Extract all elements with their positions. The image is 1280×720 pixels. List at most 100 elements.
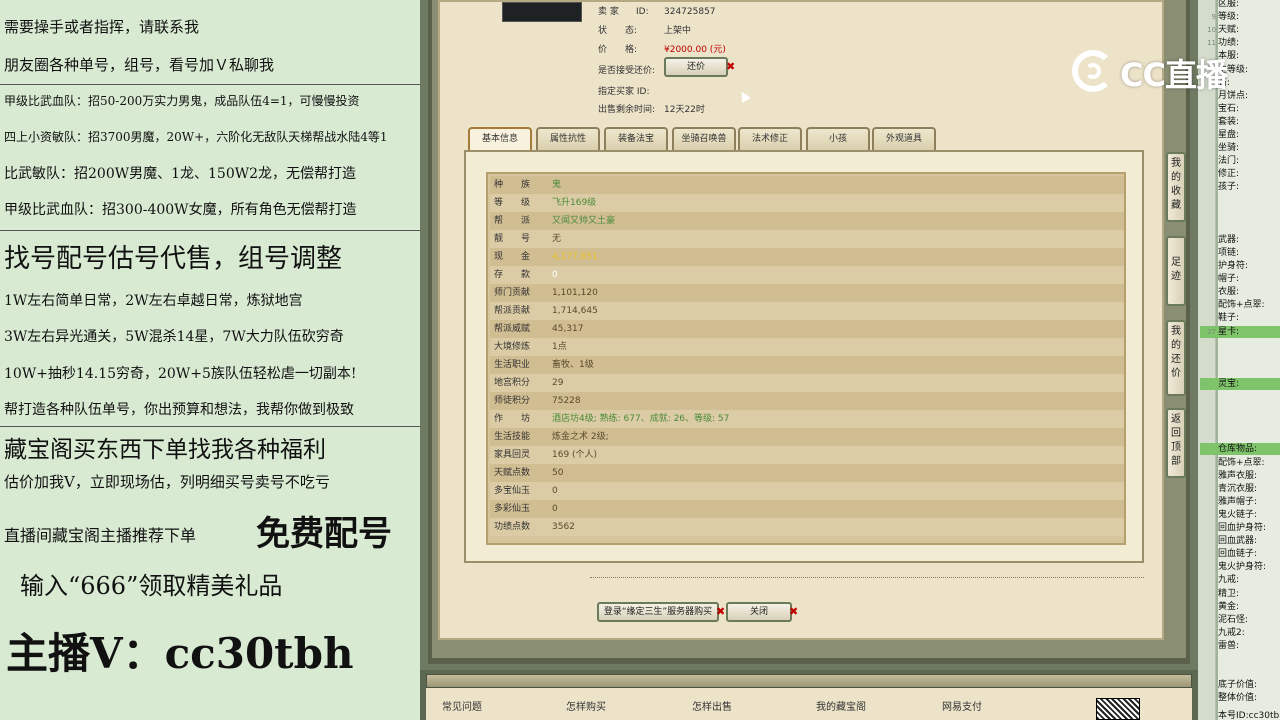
row-value: 3562 — [552, 522, 575, 532]
tab-mounts-pets[interactable]: 坐骑召唤兽 — [672, 127, 736, 150]
seller-id: 324725857 — [664, 7, 716, 17]
stats-line: 27 星卡: — [1200, 325, 1280, 338]
promo-line: 甲级比武血队：招300-400W女魔，所有角色无偿帮打造 — [4, 202, 357, 218]
info-table: 种 族 鬼 等 级 飞升169级 帮 派 又闻又帅又土豪 靓 号 无 现 金 4,177,… — [486, 172, 1126, 545]
stats-line-text: 帽子: — [1218, 274, 1240, 285]
stats-line: 法门: — [1200, 155, 1280, 167]
stats-line-text: 星盘: — [1218, 130, 1240, 140]
stats-line: 衣服: — [1200, 286, 1280, 298]
row-label: 生活技能 — [494, 432, 531, 442]
stats-line — [1200, 430, 1280, 442]
row-value: 0 — [552, 270, 558, 280]
back-to-top-button[interactable]: 返回顶部 — [1166, 408, 1186, 478]
table-row: 种 族鬼 — [490, 176, 1124, 194]
row-label: 师门贡献 — [494, 288, 531, 298]
row-value: 炼金之术 2级; — [552, 432, 609, 442]
stats-line-text: 套装: — [1218, 116, 1240, 127]
stats-footer: 本号ID:cc30tbh — [1218, 711, 1280, 720]
stats-line: 宝石: — [1200, 103, 1280, 115]
time-left: 12天22时 — [664, 105, 705, 115]
row-label: 大境修炼 — [494, 342, 531, 352]
promo-line: 朋友圈各种单号，组号，看号加Ｖ私聊我 — [4, 56, 275, 74]
stats-panel: 区服: 9 等级: 10 天赋: 11 功绩: 本服: 生等级: 石: 月饼点: 宝石: 套装: 星盘: 坐… — [1198, 0, 1280, 720]
row-label: 作 坊 — [494, 414, 531, 424]
footer-link-netease-pay[interactable]: 网易支付 — [942, 698, 982, 713]
tab-appearance[interactable]: 外观道具 — [872, 127, 936, 150]
stats-line-text: 配饰+点翠: — [1218, 457, 1265, 468]
table-row: 地宫积分 29 — [490, 374, 1124, 392]
row-label: 帮 派 — [494, 216, 531, 226]
stats-line-text: 宝石: — [1218, 103, 1240, 114]
stats-line: 仓库物品: — [1200, 443, 1280, 456]
row-value: 0 — [552, 504, 558, 514]
stats-line-text: 法门: — [1218, 156, 1240, 167]
footer-link-how-to-sell[interactable]: 怎样出售 — [692, 698, 732, 713]
bargain-row: 是否接受还价: — [598, 63, 664, 76]
stats-line: 鬼火护身符: — [1200, 561, 1280, 573]
stats-line-text: 整体价值: — [1218, 693, 1258, 704]
stats-line-text: 回血链子: — [1218, 549, 1258, 560]
stats-line-text: 天赋: — [1218, 25, 1240, 36]
tab-basic-info[interactable]: 基本信息 — [468, 127, 532, 150]
footer-bar — [426, 674, 1192, 688]
stats-line — [1200, 666, 1280, 678]
stats-line-text: 九戒: — [1218, 575, 1240, 586]
seller-label: 卖 家 — [598, 7, 619, 17]
footer-link-my-cbg[interactable]: 我的藏宝阁 — [816, 698, 866, 713]
table-row: 家具回灵 169 (个人) — [490, 446, 1124, 464]
stats-line-text: 雅声帽子: — [1218, 496, 1258, 507]
stats-line — [1200, 221, 1280, 233]
footer-link-how-to-buy[interactable]: 怎样购买 — [566, 698, 606, 713]
price-row: 价 格: ¥2000.00 (元) — [598, 42, 726, 55]
close-button[interactable]: 关闭 — [726, 602, 792, 622]
stats-line-text: 修正: — [1218, 169, 1240, 180]
stats-line-text: 回血护身符: — [1218, 523, 1267, 533]
tab-attributes[interactable]: 属性抗性 — [536, 127, 600, 150]
time-label: 出售剩余时间: — [598, 105, 656, 115]
row-value: 4,177,651 — [552, 252, 598, 262]
stats-line-text: 等级: — [1218, 12, 1240, 23]
status-value: 上架中 — [664, 26, 692, 36]
status-label: 状 态: — [598, 26, 638, 36]
divider — [590, 577, 1144, 578]
qr-code-icon — [1096, 698, 1140, 720]
login-buy-button[interactable]: 登录“缘定三生”服务器购买 — [597, 602, 719, 622]
stats-line: 回血护身符: — [1200, 522, 1280, 534]
table-row: 存 款 0 — [490, 266, 1124, 284]
my-bargain-button[interactable]: 我的还价 — [1166, 320, 1186, 396]
table-row: 天赋点数 50 — [490, 464, 1124, 482]
promo-line: 1W左右简单日常，2W左右卓越日常，炼狱地宫 — [4, 293, 303, 309]
line-number: 27 — [1207, 327, 1216, 336]
stats-line: 雷兽: — [1200, 640, 1280, 652]
stats-line: 武器: — [1200, 234, 1280, 246]
stats-line-text: 九戒2: — [1218, 627, 1245, 638]
tab-spells[interactable]: 法术修正 — [738, 127, 802, 150]
stats-line — [1200, 365, 1280, 377]
table-row: 师徒积分 75228 — [490, 392, 1124, 410]
favorites-button[interactable]: 我的收藏 — [1166, 152, 1186, 222]
tab-children[interactable]: 小孩 — [806, 127, 870, 150]
table-row: 师门贡献 1,101,120 — [490, 284, 1124, 302]
price-label: 价 格: — [598, 45, 638, 55]
stats-line-text: 雅声衣服: — [1218, 470, 1258, 481]
promo-line: 输入“666”领取精美礼品 — [20, 572, 283, 600]
stats-line: 帽子: — [1200, 273, 1280, 285]
row-value: 飞升169级 — [552, 198, 597, 208]
promo-line: 藏宝阁买东西下单找我各种福利 — [4, 437, 326, 463]
bargain-button[interactable]: 还价 — [664, 57, 728, 77]
row-label: 帮派威赋 — [494, 324, 531, 334]
stats-line-text: 武器: — [1218, 234, 1240, 245]
footer-link-faq[interactable]: 常见问题 — [442, 698, 482, 713]
stats-line-text: 衣服: — [1218, 287, 1240, 298]
stats-line: 灵宝: — [1200, 377, 1280, 390]
stats-line: 雅声衣服: — [1200, 470, 1280, 482]
stats-line-text: 配饰+点翠: — [1218, 300, 1265, 311]
stats-line-text: 泥石怪: — [1218, 614, 1249, 625]
close-x-icon: ✖ — [726, 60, 736, 73]
history-button[interactable]: 足迹 — [1166, 236, 1186, 306]
stats-line-text: 雷兽: — [1218, 640, 1240, 651]
tab-equipment[interactable]: 装备法宝 — [604, 127, 668, 150]
row-value: 1,714,645 — [552, 306, 598, 316]
character-image — [502, 2, 582, 22]
row-label: 师徒积分 — [494, 396, 531, 406]
